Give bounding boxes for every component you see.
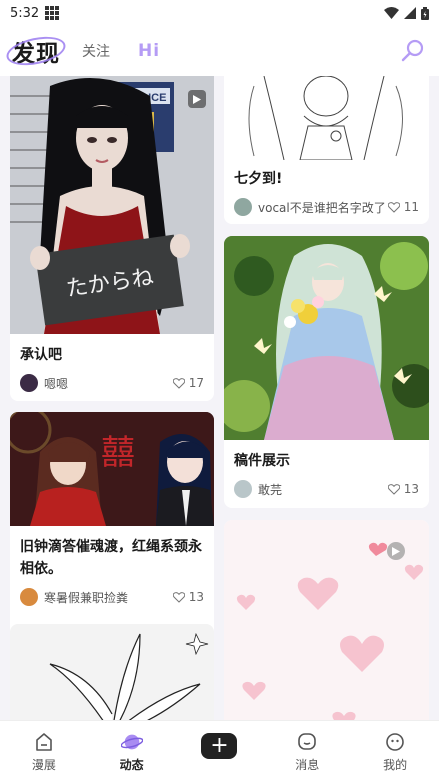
profile-icon: [384, 731, 406, 753]
post-title: 七夕到!: [234, 171, 283, 187]
post-title: 承认吧: [20, 347, 62, 363]
status-bar: 5:32: [0, 0, 439, 26]
search-icon: [401, 39, 424, 62]
status-icons: [384, 6, 429, 20]
message-icon: [296, 731, 318, 753]
home-icon: [33, 731, 55, 753]
nav-item-feed[interactable]: 动态: [102, 731, 162, 773]
heart-icon: [387, 201, 400, 213]
heart-icon: [387, 483, 400, 495]
flower-girl-painting-image: [224, 236, 429, 440]
signal-icon: [404, 7, 416, 19]
nav-item-expo[interactable]: 漫展: [14, 731, 74, 773]
wifi-icon: [384, 7, 399, 19]
post-card[interactable]: [224, 520, 429, 720]
girl-photo-image: POLICE たからね: [10, 76, 214, 334]
tab-follow[interactable]: 关注: [82, 41, 110, 61]
post-meta: 寒暑假兼职捡粪 13: [10, 588, 214, 606]
like-count: 13: [188, 590, 204, 604]
like-button[interactable]: 17: [172, 376, 204, 390]
like-count: 17: [188, 376, 204, 390]
post-meta: 嗯嗯 17: [10, 374, 214, 392]
author-name[interactable]: 寒暑假兼职捡粪: [44, 589, 173, 606]
author-avatar[interactable]: [20, 588, 38, 606]
heart-icon: [172, 591, 185, 603]
video-badge: [188, 90, 206, 108]
post-card[interactable]: 七夕到! vocal不是谁把名字改了 11: [224, 76, 429, 224]
post-meta: vocal不是谁把名字改了 11: [224, 198, 429, 216]
author-avatar[interactable]: [234, 480, 252, 498]
like-button[interactable]: 13: [172, 590, 204, 604]
app-grid-icon: [45, 6, 60, 20]
battery-icon: [421, 6, 429, 20]
tab-hi[interactable]: Hi: [138, 41, 160, 61]
play-icon: [392, 546, 400, 556]
author-name[interactable]: 敢芫: [258, 481, 388, 498]
like-count: 13: [403, 482, 419, 496]
post-thumbnail: [224, 236, 429, 440]
nav-item-messages[interactable]: 消息: [277, 731, 337, 773]
nav-label: 漫展: [31, 758, 56, 772]
post-thumbnail: [224, 76, 429, 160]
author-name[interactable]: 嗯嗯: [44, 375, 173, 392]
author-avatar[interactable]: [234, 198, 252, 216]
post-thumbnail: [224, 520, 429, 720]
play-icon: [193, 94, 201, 104]
post-thumbnail: 囍: [10, 412, 214, 526]
lineart-sketch-image: [224, 76, 429, 160]
nav-item-profile[interactable]: 我的: [365, 731, 425, 773]
author-avatar[interactable]: [20, 374, 38, 392]
post-card[interactable]: POLICE たからね: [10, 76, 214, 401]
like-button[interactable]: 11: [387, 200, 419, 214]
top-header: 发现 关注 Hi: [0, 26, 439, 76]
like-button[interactable]: 13: [387, 482, 419, 496]
nav-label: 动态: [119, 758, 144, 772]
author-name[interactable]: vocal不是谁把名字改了: [258, 199, 388, 216]
nav-item-create[interactable]: +: [189, 731, 249, 759]
planet-icon: [120, 731, 143, 753]
wedding-characters-image: 囍: [10, 412, 214, 526]
nav-label: 我的: [383, 758, 408, 772]
like-count: 11: [403, 200, 419, 214]
status-time: 5:32: [10, 5, 40, 21]
heart-icon: [172, 377, 185, 389]
post-card[interactable]: [10, 624, 214, 720]
post-card[interactable]: 稿件展示 敢芫 13: [224, 236, 429, 508]
tab-discover[interactable]: 发现: [3, 32, 69, 70]
feed[interactable]: POLICE たからね: [0, 76, 439, 720]
nav-label: 消息: [295, 758, 320, 772]
plus-icon: +: [201, 733, 238, 759]
search-button[interactable]: [399, 37, 427, 65]
video-badge: [387, 542, 405, 560]
post-thumbnail: [10, 624, 214, 720]
bottom-nav: 漫展 动态 + 消息 我的: [0, 720, 439, 780]
post-title: 稿件展示: [234, 453, 290, 469]
svg-text:囍: 囍: [101, 433, 135, 473]
post-title: 旧钟滴答催魂渡，红绳系颈永相依。: [20, 539, 202, 577]
post-thumbnail: POLICE たからね: [10, 76, 214, 334]
lily-lineart-image: [10, 624, 214, 720]
post-meta: 敢芫 13: [224, 480, 429, 498]
